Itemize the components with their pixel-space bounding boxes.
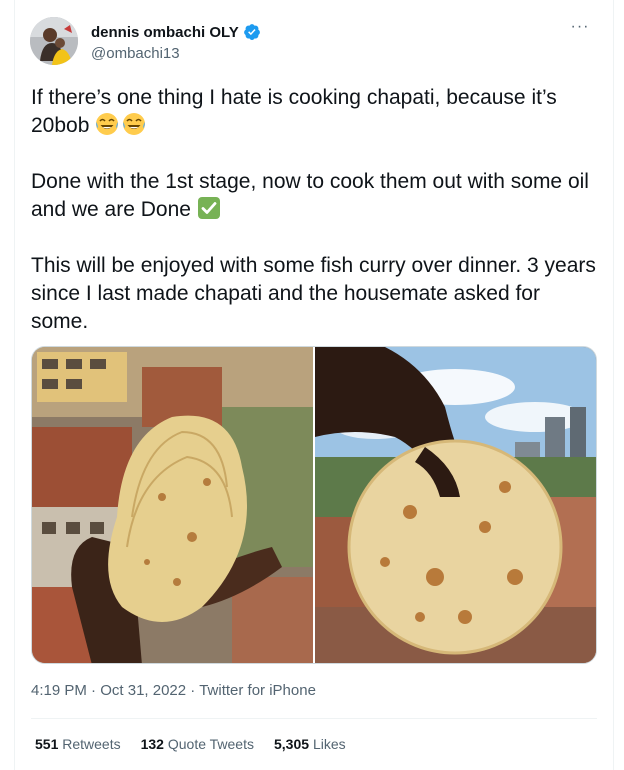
tweet-metadata: 4:19 PM · Oct 31, 2022 · Twitter for iPh… [31, 682, 316, 699]
tweet-media [31, 346, 597, 664]
chapati-photo-left[interactable] [32, 347, 313, 663]
chapati-photo-right[interactable] [315, 347, 596, 663]
tweet-text: If there’s one thing I hate is cooking c… [31, 84, 601, 364]
author-names: dennis ombachi OLY @ombachi13 [91, 21, 261, 62]
likes-stat[interactable]: 5,305 Likes [274, 736, 346, 752]
display-name[interactable]: dennis ombachi OLY [91, 24, 239, 41]
quote-tweets-stat[interactable]: 132 Quote Tweets [141, 736, 254, 752]
likes-label: Likes [312, 736, 346, 752]
avatar[interactable] [30, 17, 78, 65]
display-name-row: dennis ombachi OLY [91, 21, 261, 43]
retweets-stat[interactable]: 551 Retweets [35, 736, 121, 752]
tweet-time[interactable]: 4:19 PM [31, 682, 87, 699]
tweet-source[interactable]: Twitter for iPhone [199, 682, 316, 699]
tweet-paragraph-2-text: Done with the 1st stage, now to cook the… [31, 170, 589, 221]
tweet-stats: 551 Retweets 132 Quote Tweets 5,305 Like… [35, 736, 366, 752]
face-with-tears-of-joy-icon [95, 112, 119, 136]
check-mark-button-icon [197, 196, 221, 220]
likes-count: 5,305 [274, 736, 310, 752]
tweet-paragraph-2: Done with the 1st stage, now to cook the… [31, 168, 601, 224]
quotes-label: Quote Tweets [167, 736, 254, 752]
meta-separator: · [190, 682, 196, 699]
tweet-paragraph-1: If there’s one thing I hate is cooking c… [31, 84, 601, 140]
meta-separator: · [91, 682, 97, 699]
divider [31, 718, 597, 719]
tweet-paragraph-3: This will be enjoyed with some fish curr… [31, 254, 596, 333]
retweets-label: Retweets [62, 736, 121, 752]
tweet-header: dennis ombachi OLY @ombachi13 ··· [30, 17, 610, 69]
retweets-count: 551 [35, 736, 59, 752]
face-with-tears-of-joy-icon [122, 112, 146, 136]
tweet-date[interactable]: Oct 31, 2022 [100, 682, 186, 699]
more-options-icon[interactable]: ··· [570, 19, 590, 41]
verified-badge-icon [243, 23, 261, 41]
quotes-count: 132 [140, 736, 164, 752]
author-handle[interactable]: @ombachi13 [91, 45, 261, 62]
